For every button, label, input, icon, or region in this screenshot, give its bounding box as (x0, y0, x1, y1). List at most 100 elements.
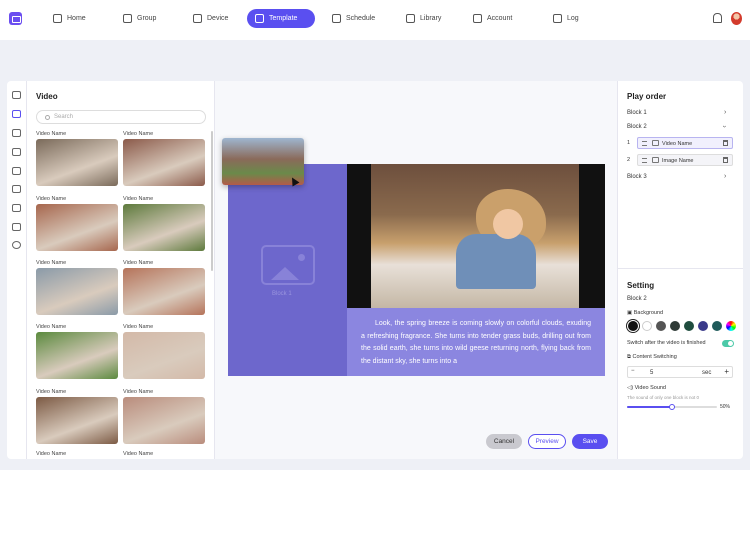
chevron-right-icon[interactable]: › (724, 173, 726, 180)
media-item-name: Video Name (123, 196, 154, 202)
search-input[interactable]: Search (36, 110, 206, 124)
bell-icon[interactable] (713, 13, 722, 23)
trash-icon[interactable] (723, 157, 728, 163)
media-item[interactable]: Video Name (123, 131, 205, 186)
drag-handle-icon[interactable] (642, 158, 647, 163)
chevron-right-icon[interactable]: › (724, 109, 726, 116)
media-item[interactable]: Video Name (36, 389, 118, 444)
video-frame (371, 164, 579, 308)
background-color-swatch[interactable] (684, 321, 694, 331)
clock-icon (332, 14, 341, 23)
video-file-icon (652, 140, 659, 146)
background-color-swatch[interactable] (670, 321, 680, 331)
nav-log[interactable]: Log (545, 9, 587, 28)
media-thumbnail[interactable] (36, 397, 118, 444)
media-thumbnail[interactable] (123, 332, 205, 379)
avatar[interactable] (731, 12, 742, 25)
background-color-swatch[interactable] (726, 321, 736, 331)
media-item[interactable]: Video Name (123, 196, 205, 251)
template-stage[interactable]: Block 1 Look, the spring breeze is comin… (228, 164, 605, 376)
clock-type-icon[interactable] (12, 241, 21, 249)
content-switching-stepper[interactable]: − 5 sec + (627, 366, 733, 378)
play-order-row[interactable]: 1 Video Name (627, 137, 733, 149)
media-item-name: Video Name (123, 389, 154, 395)
play-order-block-2[interactable]: Block 2 (627, 124, 647, 130)
grid-type-icon[interactable] (12, 185, 21, 193)
background-color-swatch[interactable] (642, 321, 652, 331)
media-item-name: Video Name (36, 260, 67, 266)
media-item[interactable]: Video Name (123, 260, 205, 315)
document-type-icon[interactable] (12, 167, 21, 175)
play-order-block-3[interactable]: Block 3 (627, 174, 647, 180)
media-item[interactable]: Video Name (36, 324, 118, 379)
media-item-name: Video Name (36, 451, 67, 457)
nav-group[interactable]: Group (115, 9, 164, 28)
text-type-icon[interactable] (12, 91, 21, 99)
media-panel-title: Video (36, 92, 58, 101)
media-item[interactable]: Video Name (123, 451, 205, 459)
play-order-block-1[interactable]: Block 1 (627, 110, 647, 116)
app-logo-icon[interactable] (9, 12, 22, 25)
play-order-row[interactable]: 2 Image Name (627, 154, 733, 166)
media-item[interactable]: Video Name (36, 196, 118, 251)
block-3-text[interactable]: Look, the spring breeze is coming slowly… (347, 308, 605, 376)
background-color-swatch[interactable] (698, 321, 708, 331)
switch-after-toggle[interactable] (722, 340, 734, 347)
panel-divider (618, 268, 743, 269)
video-type-icon[interactable] (12, 110, 21, 118)
group-icon (123, 14, 132, 23)
media-thumbnail[interactable] (36, 204, 118, 251)
preview-button[interactable]: Preview (528, 434, 566, 449)
media-thumbnail[interactable] (123, 139, 205, 186)
media-thumbnail[interactable] (36, 268, 118, 315)
nav-device[interactable]: Device (185, 9, 236, 28)
media-item[interactable]: Video Name (36, 451, 118, 459)
media-thumbnail[interactable] (123, 204, 205, 251)
cancel-button[interactable]: Cancel (486, 434, 522, 449)
media-thumbnail[interactable] (123, 397, 205, 444)
media-item[interactable]: Video Name (36, 260, 118, 315)
block-1[interactable]: Block 1 (228, 164, 347, 376)
block-2-video[interactable] (347, 164, 605, 308)
media-thumbnail[interactable] (36, 139, 118, 186)
media-item[interactable]: Video Name (123, 389, 205, 444)
setting-title: Setting (627, 281, 655, 290)
library-icon (406, 14, 415, 23)
block-1-label: Block 1 (272, 291, 292, 297)
home-icon (53, 14, 62, 23)
media-thumbnail[interactable] (123, 268, 205, 315)
media-item[interactable]: Video Name (36, 131, 118, 186)
nav-account[interactable]: Account (465, 9, 520, 28)
content-switching-label: ⧉ Content Switching (627, 354, 677, 360)
media-item-name: Video Name (123, 451, 154, 457)
background-color-swatch[interactable] (656, 321, 666, 331)
drag-handle-icon[interactable] (642, 141, 647, 146)
media-thumbnail[interactable] (36, 332, 118, 379)
background-label: ▣ Background (627, 310, 664, 316)
slider-handle[interactable] (669, 404, 675, 410)
nav-template[interactable]: Template (247, 9, 315, 28)
media-item[interactable]: Video Name (123, 324, 205, 379)
account-icon (473, 14, 482, 23)
chevron-down-icon[interactable]: › (721, 125, 728, 127)
search-icon (45, 114, 50, 120)
media-item-name: Video Name (123, 324, 154, 330)
folder-type-icon[interactable] (12, 148, 21, 156)
plus-icon[interactable]: + (724, 367, 729, 376)
webpage-type-icon[interactable] (12, 204, 21, 212)
video-sound-hint: The sound of only one block is not 0 (627, 395, 700, 400)
nav-schedule[interactable]: Schedule (324, 9, 383, 28)
image-type-icon[interactable] (12, 129, 21, 137)
background-color-swatch[interactable] (628, 321, 638, 331)
nav-library[interactable]: Library (398, 9, 449, 28)
calendar-type-icon[interactable] (12, 223, 21, 231)
background-color-swatch[interactable] (712, 321, 722, 331)
video-sound-slider[interactable] (627, 404, 717, 410)
media-scrollbar[interactable] (211, 131, 213, 271)
trash-icon[interactable] (723, 140, 728, 146)
nav-home[interactable]: Home (45, 9, 94, 28)
video-sound-value: 50% (720, 404, 731, 410)
minus-icon[interactable]: − (631, 368, 635, 374)
media-item-name: Video Name (36, 196, 67, 202)
save-button[interactable]: Save (572, 434, 608, 449)
